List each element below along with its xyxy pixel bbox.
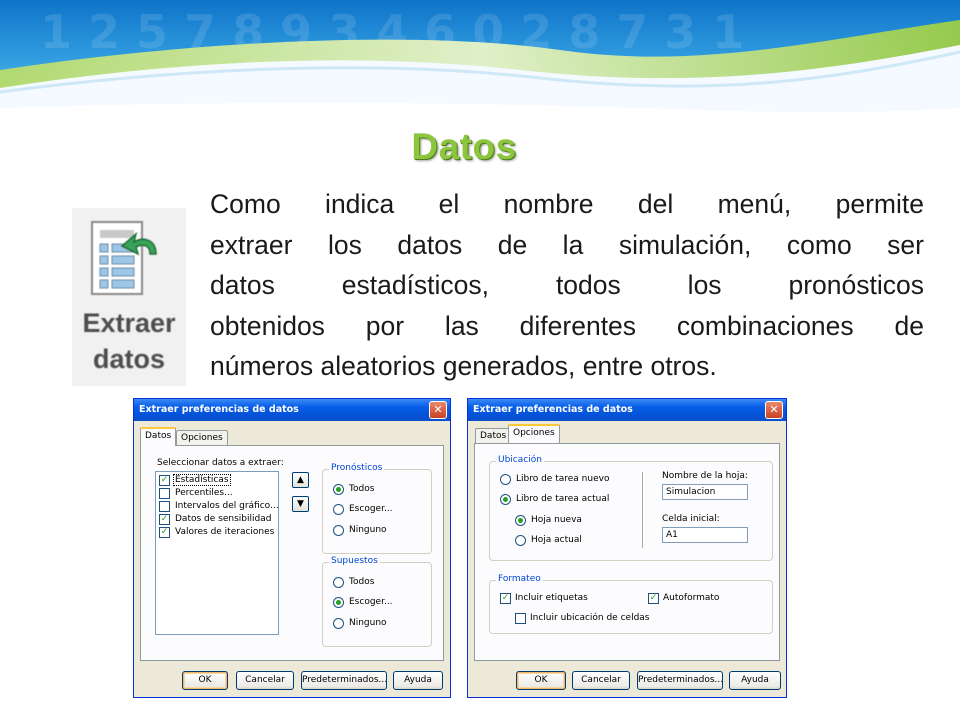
tab-datos[interactable]: Datos: [475, 428, 512, 444]
tab-opciones[interactable]: Opciones: [176, 430, 228, 446]
defaults-button[interactable]: Predeterminados...: [301, 671, 387, 690]
arrow-up-icon: ▲: [297, 475, 304, 485]
tab-datos[interactable]: Datos: [140, 427, 177, 446]
checkbox[interactable]: [159, 488, 170, 499]
separator: [642, 472, 644, 548]
radio-label: Escoger...: [349, 504, 393, 514]
radio-ninguno[interactable]: [333, 618, 344, 629]
close-icon: ✕: [433, 403, 443, 416]
radio-label: Escoger...: [349, 597, 393, 607]
tab-panel: Seleccionar datos a extraer: ✓ Estadísti…: [140, 445, 444, 661]
dialog-datos: Extraer preferencias de datos ✕ Datos Op…: [133, 398, 451, 698]
dialog-titlebar: Extraer preferencias de datos ✕: [468, 399, 786, 421]
checkbox-label: Incluir etiquetas: [515, 593, 588, 603]
list-item-label: Intervalos del gráfico...: [175, 501, 279, 511]
checkbox[interactable]: ✓: [159, 527, 170, 538]
paragraph-line: extraer los datos de la simulación, como…: [210, 229, 924, 260]
radio-label: Libro de tarea actual: [516, 494, 610, 504]
pronosticos-group: Pronósticos Todos Escoger... Ninguno: [322, 463, 432, 554]
radio-label: Ninguno: [349, 525, 387, 535]
close-button[interactable]: ✕: [429, 401, 447, 419]
slide-title: Datos: [411, 126, 517, 167]
radio-label: Hoja actual: [531, 535, 582, 545]
defaults-button[interactable]: Predeterminados...: [637, 671, 723, 690]
icon-label-line2: datos: [92, 344, 165, 374]
checkbox[interactable]: ✓: [159, 514, 170, 525]
radio-label: Todos: [349, 484, 375, 494]
radio-label: Todos: [349, 577, 375, 587]
move-up-button[interactable]: ▲: [292, 472, 309, 488]
help-button[interactable]: Ayuda: [729, 671, 781, 690]
ubicacion-group: Ubicación Libro de tarea nuevo Libro de …: [489, 455, 773, 561]
radio-label: Hoja nueva: [531, 515, 582, 525]
cancel-button[interactable]: Cancelar: [236, 671, 294, 690]
help-button[interactable]: Ayuda: [393, 671, 443, 690]
header-banner: 1 2 5 7 8 9 3 4 6 0 2 8 7 3 1: [0, 0, 960, 125]
radio-todos[interactable]: [333, 484, 344, 495]
description-paragraph: Como indica el nombre del menú, permite …: [210, 184, 924, 387]
spreadsheet-extract-icon: [91, 221, 157, 295]
radio-ninguno[interactable]: [333, 525, 344, 536]
start-cell-label: Celda inicial:: [662, 514, 720, 524]
dialog-title: Extraer preferencias de datos: [139, 404, 299, 415]
close-button[interactable]: ✕: [765, 401, 783, 419]
pronosticos-legend: Pronósticos: [329, 463, 385, 473]
formateo-group: Formateo ✓ Incluir etiquetas ✓ Autoforma…: [489, 574, 773, 634]
checkbox-label: Incluir ubicación de celdas: [530, 613, 650, 623]
close-icon: ✕: [769, 403, 779, 416]
list-item-label: Datos de sensibilidad: [175, 514, 272, 524]
checkbox-label: Autoformato: [663, 593, 720, 603]
data-listbox[interactable]: ✓ Estadísticas Percentiles... Intervalos…: [155, 471, 279, 635]
dialog-titlebar: Extraer preferencias de datos ✕: [134, 399, 450, 421]
paragraph-line: datos estadísticos, todos los pronóstico…: [210, 270, 924, 300]
radio-escoger[interactable]: [333, 504, 344, 515]
radio-libro-nuevo[interactable]: [500, 474, 511, 485]
select-label: Seleccionar datos a extraer:: [157, 458, 284, 468]
tab-panel: Ubicación Libro de tarea nuevo Libro de …: [474, 443, 780, 661]
icon-label-line1: Extraer: [82, 308, 176, 338]
radio-hoja-actual[interactable]: [515, 535, 526, 546]
formateo-legend: Formateo: [496, 574, 543, 584]
move-down-button[interactable]: ▼: [292, 496, 309, 512]
list-item-label: Estadísticas: [173, 474, 231, 486]
autoformato-checkbox[interactable]: ✓: [648, 593, 659, 604]
incluir-etiquetas-checkbox[interactable]: ✓: [500, 593, 511, 604]
paragraph-line: números aleatorios generados, entre otro…: [210, 351, 717, 381]
list-item-label: Valores de iteraciones: [175, 527, 275, 537]
checkbox[interactable]: [159, 501, 170, 512]
extraer-datos-button: Extraer datos: [72, 208, 186, 386]
paragraph-line: obtenidos por las diferentes combinacion…: [210, 310, 924, 341]
supuestos-legend: Supuestos: [329, 556, 380, 566]
list-item-label: Percentiles...: [175, 488, 233, 498]
radio-escoger[interactable]: [333, 597, 344, 608]
checkbox[interactable]: ✓: [159, 475, 170, 486]
dialog-opciones: Extraer preferencias de datos ✕ Datos Op…: [467, 398, 787, 698]
radio-label: Ninguno: [349, 618, 387, 628]
tab-opciones[interactable]: Opciones: [508, 424, 560, 443]
dialog-title: Extraer preferencias de datos: [473, 404, 633, 415]
supuestos-group: Supuestos Todos Escoger... Ninguno: [322, 556, 432, 647]
ok-button[interactable]: OK: [516, 671, 566, 690]
sheet-name-label: Nombre de la hoja:: [662, 471, 748, 481]
cancel-button[interactable]: Cancelar: [572, 671, 630, 690]
paragraph-line: Como indica el nombre del menú, permite: [210, 189, 924, 219]
radio-libro-actual[interactable]: [500, 494, 511, 505]
start-cell-input[interactable]: A1: [662, 527, 748, 543]
incluir-ubicacion-checkbox[interactable]: [515, 613, 526, 624]
radio-label: Libro de tarea nuevo: [516, 474, 610, 484]
ok-button[interactable]: OK: [182, 671, 228, 690]
arrow-down-icon: ▼: [297, 499, 304, 509]
sheet-name-input[interactable]: Simulacion: [662, 484, 748, 500]
radio-hoja-nueva[interactable]: [515, 515, 526, 526]
radio-todos[interactable]: [333, 577, 344, 588]
ubicacion-legend: Ubicación: [496, 455, 544, 465]
